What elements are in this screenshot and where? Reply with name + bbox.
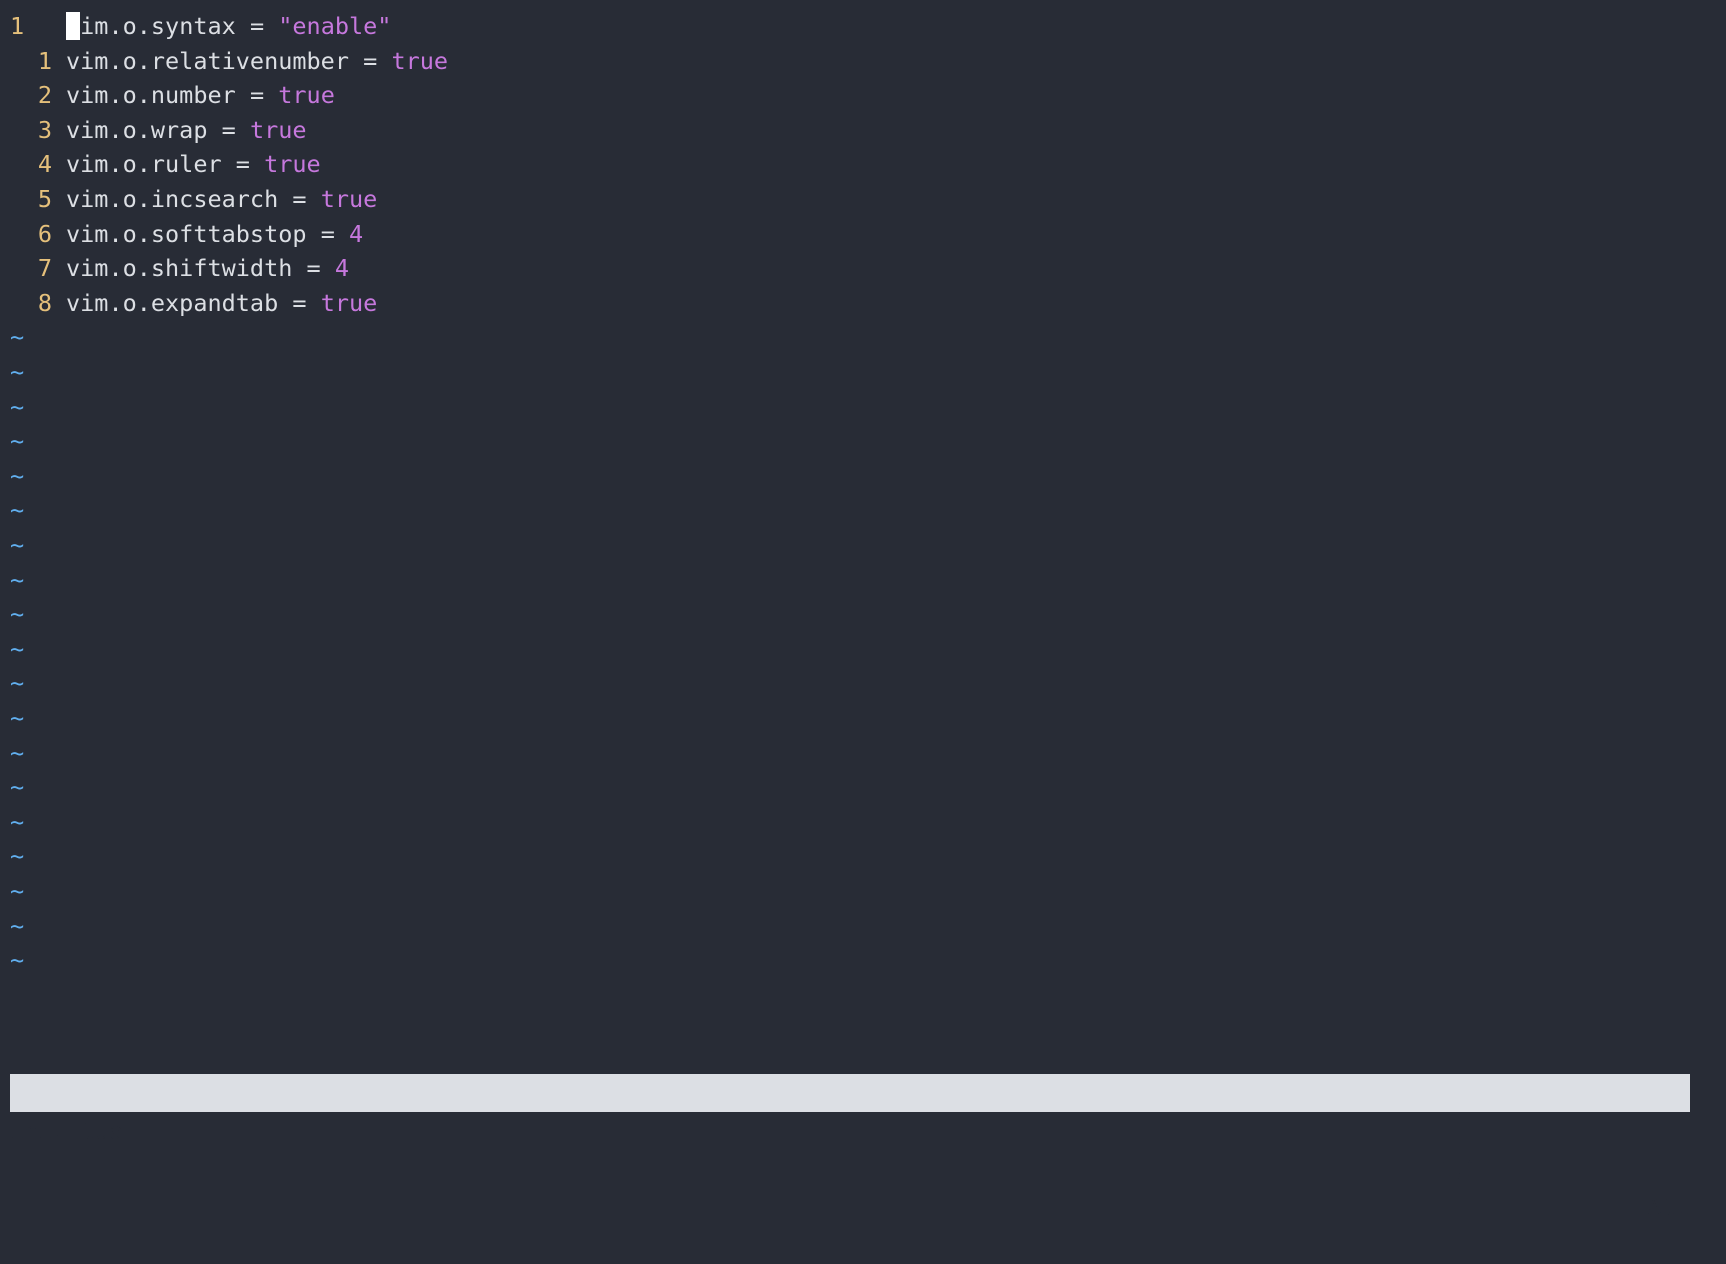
relative-line-number: 6 (37, 219, 52, 248)
empty-line-tilde: ~ (10, 911, 25, 940)
option-value: true (264, 150, 321, 179)
empty-line-tilde: ~ (10, 427, 25, 456)
assignment-operator: = (249, 81, 265, 110)
empty-line-tilde: ~ (10, 842, 25, 871)
empty-line-tilde: ~ (10, 773, 25, 802)
code-text[interactable]: vim.o.number = true (66, 76, 335, 114)
code-text[interactable]: vim.o.ruler = true (66, 145, 321, 183)
option-name: vim.o.incsearch (66, 185, 279, 213)
code-text[interactable]: vim.o.incsearch = true (66, 180, 377, 218)
option-name: vim.o.ruler (66, 150, 222, 179)
text-cursor: v (66, 12, 81, 40)
status-filename: init.lua (10, 1117, 124, 1145)
relative-line-number: 1 (37, 46, 52, 75)
empty-line-tilde: ~ (10, 461, 25, 490)
option-name: vim.o.expandtab (66, 288, 279, 317)
code-text[interactable]: vim.o.relativenumber = true (66, 42, 448, 80)
option-value: 4 (349, 219, 364, 248)
current-line-number: 1 (10, 12, 25, 40)
option-name: vim.o.wrap (66, 115, 208, 144)
relative-line-number: 4 (37, 150, 52, 179)
empty-line-tilde: ~ (10, 634, 25, 663)
code-text[interactable]: vim.o.wrap = true (66, 111, 307, 149)
status-cursor-position: 1,1 (1437, 1155, 1480, 1183)
empty-line-tilde: ~ (10, 807, 25, 836)
option-value: true (391, 46, 449, 75)
empty-line-tilde: ~ (10, 531, 25, 559)
assignment-operator: = (292, 288, 307, 317)
vim-editor[interactable]: 1 vim.o.syntax = "enable" 1 vim.o.relativen… (0, 0, 1726, 1221)
assignment-operator: = (320, 219, 335, 248)
code-text[interactable]: vim.o.syntax = "enable" (66, 7, 391, 45)
relative-line-number: 5 (37, 185, 52, 213)
option-name: vim.o.shiftwidth (66, 254, 293, 283)
code-text[interactable]: vim.o.softtabstop = 4 (66, 215, 363, 253)
empty-line-tilde: ~ (10, 704, 25, 732)
code-text[interactable]: vim.o.shiftwidth = 4 (66, 249, 349, 287)
empty-line-tilde: ~ (10, 738, 25, 767)
option-name: vim.o.relativenumber (66, 46, 349, 75)
option-name: vim.o.syntax (66, 12, 236, 40)
option-name: vim.o.softtabstop (66, 219, 307, 248)
relative-line-number: 7 (37, 254, 52, 283)
assignment-operator: = (235, 150, 250, 179)
option-value: 4 (334, 254, 349, 283)
empty-line-tilde: ~ (10, 600, 25, 629)
option-name: vim.o.number (66, 81, 236, 110)
empty-line-tilde: ~ (10, 669, 25, 698)
assignment-operator: = (306, 254, 321, 283)
empty-line-tilde: ~ (10, 565, 25, 594)
option-value: true (320, 185, 378, 213)
option-value: true (320, 288, 378, 317)
empty-line-tilde: ~ (10, 496, 25, 525)
status-scroll-indicator: All (1647, 1193, 1690, 1221)
empty-line-tilde: ~ (10, 358, 25, 386)
relative-line-number: 8 (37, 288, 52, 317)
empty-line-tilde: ~ (10, 877, 25, 905)
relative-line-number: 3 (37, 115, 52, 144)
empty-line-tilde: ~ (10, 392, 25, 421)
assignment-operator: = (363, 46, 378, 75)
assignment-operator: = (221, 115, 236, 144)
option-value: "enable" (278, 12, 392, 40)
code-text[interactable]: vim.o.expandtab = true (66, 284, 377, 322)
option-value: true (278, 81, 335, 110)
option-value: true (249, 115, 307, 144)
relative-line-number: 2 (37, 81, 52, 110)
assignment-operator: = (292, 185, 307, 213)
empty-line-tilde: ~ (10, 946, 25, 975)
empty-line-tilde: ~ (10, 323, 25, 352)
status-line: init.lua 1,1 All (10, 1074, 1690, 1221)
assignment-operator: = (249, 12, 265, 40)
